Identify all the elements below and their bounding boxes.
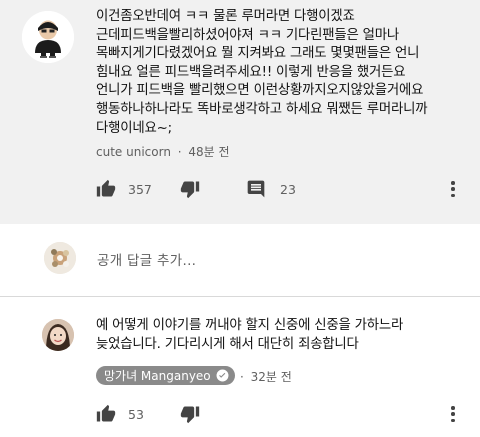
reply-author-avatar[interactable] — [42, 319, 74, 351]
thumbs-down-icon — [180, 406, 200, 424]
reply-time: 32분 전 — [250, 370, 292, 384]
reply-meta: · 32분 전 — [240, 368, 292, 385]
thumbs-up-icon — [96, 179, 116, 197]
more-options-button[interactable] — [450, 174, 464, 204]
more-vert-icon — [450, 181, 456, 197]
meta-separator: · — [177, 145, 182, 159]
reply-more-options-button[interactable] — [450, 399, 464, 429]
reply-button[interactable]: 23 — [246, 174, 296, 204]
reply-like-button[interactable]: 53 — [96, 399, 144, 429]
comment-body: 이건좀오반데여 ㅋㅋ 물론 루머라면 다행이겠죠 근데피드백을빨리하셨어야져 ㅋ… — [96, 9, 428, 136]
thumbs-up-icon — [96, 404, 116, 422]
comment-thread: 이건좀오반데여 ㅋㅋ 물론 루머라면 다행이겠죠 근데피드백을빨리하셨어야져 ㅋ… — [0, 0, 480, 224]
reply-actions: 53 — [96, 399, 472, 429]
reply-dislike-button[interactable] — [180, 399, 200, 429]
verified-check-icon — [216, 369, 229, 382]
channel-owner-badge[interactable]: 망가녀 Manganyeo — [96, 366, 235, 385]
add-reply-row[interactable]: 공개 답글 추가... — [0, 225, 480, 291]
reply-body: 예 어떻게 이야기를 꺼내야 할지 신중에 신중을 가하느라 늦었습니다. 기다… — [96, 318, 404, 352]
comment-icon — [247, 180, 265, 198]
reply-like-count: 53 — [128, 406, 144, 422]
thumbs-down-icon — [180, 181, 200, 199]
like-button[interactable]: 357 — [96, 174, 152, 204]
reply-count: 23 — [280, 181, 296, 197]
comment-meta: cute unicorn · 48분 전 — [96, 143, 230, 160]
meta-separator: · — [240, 370, 244, 384]
reply-comment: 예 어떻게 이야기를 꺼내야 할지 신중에 신중을 가하느라 늦었습니다. 기다… — [0, 297, 480, 437]
current-user-avatar — [44, 242, 76, 274]
reply-author: 망가녀 Manganyeo — [104, 369, 211, 383]
comment-actions: 357 23 — [96, 174, 472, 204]
avatar[interactable] — [22, 11, 74, 63]
like-count: 357 — [128, 181, 152, 197]
reply-input[interactable]: 공개 답글 추가... — [97, 249, 196, 269]
dislike-button[interactable] — [180, 174, 200, 204]
comment-time: 48분 전 — [188, 145, 230, 159]
more-vert-icon — [450, 406, 456, 422]
comment-author[interactable]: cute unicorn — [96, 145, 171, 159]
